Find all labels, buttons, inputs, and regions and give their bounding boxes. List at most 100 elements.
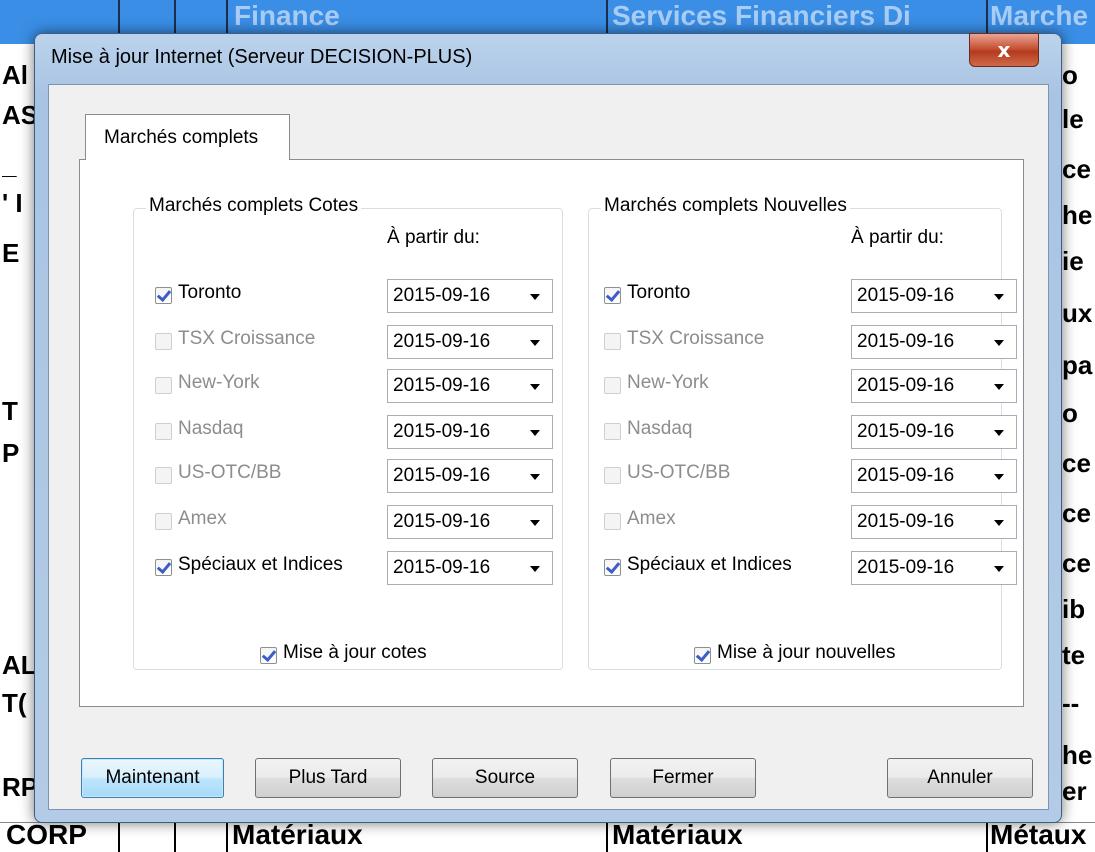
- update-label: Mise à jour nouvelles: [717, 642, 896, 663]
- cell-fragment: pa: [1062, 350, 1093, 380]
- cell-fragment: Al: [2, 60, 28, 90]
- date-value: 2015-09-16: [857, 375, 955, 396]
- close-button[interactable]: Fermer: [610, 758, 756, 798]
- date-dropdown[interactable]: 2015-09-16: [387, 325, 553, 359]
- chevron-down-icon[interactable]: [994, 294, 1004, 300]
- chevron-down-icon[interactable]: [994, 520, 1004, 526]
- cell-fragment: --: [1062, 688, 1080, 718]
- market-label: Toronto: [178, 282, 242, 303]
- date-value: 2015-09-16: [857, 331, 955, 352]
- date-dropdown[interactable]: 2015-09-16: [387, 369, 553, 403]
- date-value: 2015-09-16: [857, 557, 955, 578]
- cell-fragment: ie: [1062, 246, 1084, 276]
- chevron-down-icon[interactable]: [994, 384, 1004, 390]
- now-button[interactable]: Maintenant: [81, 758, 224, 798]
- dialog-client-area: Marchés complets Marchés complets Cotes …: [48, 84, 1049, 810]
- cell-fragment: E: [2, 238, 20, 268]
- market-checkbox[interactable]: [155, 377, 172, 394]
- date-dropdown[interactable]: 2015-09-16: [851, 505, 1017, 539]
- chevron-down-icon[interactable]: [994, 474, 1004, 480]
- cell-fragment: he: [1062, 200, 1093, 230]
- market-checkbox[interactable]: [604, 423, 621, 440]
- market-checkbox[interactable]: [155, 333, 172, 350]
- market-checkbox[interactable]: [604, 377, 621, 394]
- source-button[interactable]: Source: [432, 758, 578, 798]
- market-checkbox[interactable]: [604, 513, 621, 530]
- chevron-down-icon[interactable]: [994, 430, 1004, 436]
- date-value: 2015-09-16: [393, 557, 491, 578]
- group-title: Marchés complets Cotes: [146, 195, 362, 217]
- date-value: 2015-09-16: [393, 421, 491, 442]
- cell-fragment: CORP: [6, 819, 87, 850]
- cancel-button[interactable]: Annuler: [887, 758, 1033, 798]
- date-dropdown[interactable]: 2015-09-16: [387, 551, 553, 585]
- market-label: TSX Croissance: [627, 328, 765, 349]
- chevron-down-icon[interactable]: [530, 294, 540, 300]
- chevron-down-icon[interactable]: [530, 430, 540, 436]
- cell-fragment: ce: [1062, 154, 1091, 184]
- chevron-down-icon[interactable]: [530, 566, 540, 572]
- chevron-down-icon[interactable]: [530, 340, 540, 346]
- market-checkbox[interactable]: [155, 513, 172, 530]
- market-label: Amex: [627, 508, 676, 529]
- header-cell: Marche: [990, 0, 1089, 31]
- market-label: TSX Croissance: [178, 328, 316, 349]
- cell-fragment: AS: [2, 100, 36, 130]
- market-checkbox[interactable]: [604, 333, 621, 350]
- cell-fragment: ux: [1062, 298, 1093, 328]
- date-dropdown[interactable]: 2015-09-16: [851, 459, 1017, 493]
- date-dropdown[interactable]: 2015-09-16: [851, 415, 1017, 449]
- date-dropdown[interactable]: 2015-09-16: [851, 279, 1017, 313]
- date-dropdown[interactable]: 2015-09-16: [387, 415, 553, 449]
- chevron-down-icon[interactable]: [530, 384, 540, 390]
- cell-fragment: _: [2, 150, 17, 180]
- market-checkbox[interactable]: [604, 467, 621, 484]
- date-value: 2015-09-16: [393, 285, 491, 306]
- market-checkbox[interactable]: [604, 559, 621, 576]
- tab-marches-complets[interactable]: Marchés complets: [85, 114, 290, 160]
- cell-fragment: T(: [2, 688, 27, 718]
- header-cell: Finance: [234, 0, 340, 31]
- close-icon[interactable]: x: [969, 33, 1039, 67]
- market-label: New-York: [627, 372, 709, 393]
- tab-panel: Marchés complets Cotes À partir du: Toro…: [79, 159, 1024, 707]
- update-checkbox[interactable]: [260, 647, 277, 664]
- market-checkbox[interactable]: [155, 423, 172, 440]
- market-checkbox[interactable]: [604, 287, 621, 304]
- update-dialog: Mise à jour Internet (Serveur DECISION-P…: [34, 33, 1062, 823]
- date-dropdown[interactable]: 2015-09-16: [851, 369, 1017, 403]
- column-divider: [118, 823, 120, 852]
- column-divider: [606, 823, 608, 852]
- market-label: Toronto: [627, 282, 691, 303]
- date-value: 2015-09-16: [857, 465, 955, 486]
- cell-fragment: o: [1062, 60, 1078, 90]
- later-button[interactable]: Plus Tard: [255, 758, 401, 798]
- cell-fragment: ce: [1062, 498, 1091, 528]
- date-dropdown[interactable]: 2015-09-16: [387, 279, 553, 313]
- market-label: US-OTC/BB: [178, 462, 282, 483]
- date-dropdown[interactable]: 2015-09-16: [387, 459, 553, 493]
- date-dropdown[interactable]: 2015-09-16: [851, 551, 1017, 585]
- cell-fragment: o: [1062, 398, 1078, 428]
- cell-fragment: Matériaux: [232, 819, 363, 850]
- update-checkbox[interactable]: [694, 647, 711, 664]
- chevron-down-icon[interactable]: [530, 520, 540, 526]
- market-checkbox[interactable]: [155, 467, 172, 484]
- date-dropdown[interactable]: 2015-09-16: [387, 505, 553, 539]
- market-label: Nasdaq: [627, 418, 693, 439]
- date-dropdown[interactable]: 2015-09-16: [851, 325, 1017, 359]
- date-value: 2015-09-16: [857, 511, 955, 532]
- date-value: 2015-09-16: [393, 465, 491, 486]
- date-column-header: À partir du:: [387, 227, 480, 248]
- update-label: Mise à jour cotes: [283, 642, 427, 663]
- market-label: Amex: [178, 508, 227, 529]
- market-checkbox[interactable]: [155, 287, 172, 304]
- date-value: 2015-09-16: [393, 375, 491, 396]
- date-value: 2015-09-16: [857, 285, 955, 306]
- cell-fragment: RP: [2, 772, 36, 802]
- chevron-down-icon[interactable]: [530, 474, 540, 480]
- market-checkbox[interactable]: [155, 559, 172, 576]
- market-label: Spéciaux et Indices: [627, 554, 792, 575]
- chevron-down-icon[interactable]: [994, 566, 1004, 572]
- chevron-down-icon[interactable]: [994, 340, 1004, 346]
